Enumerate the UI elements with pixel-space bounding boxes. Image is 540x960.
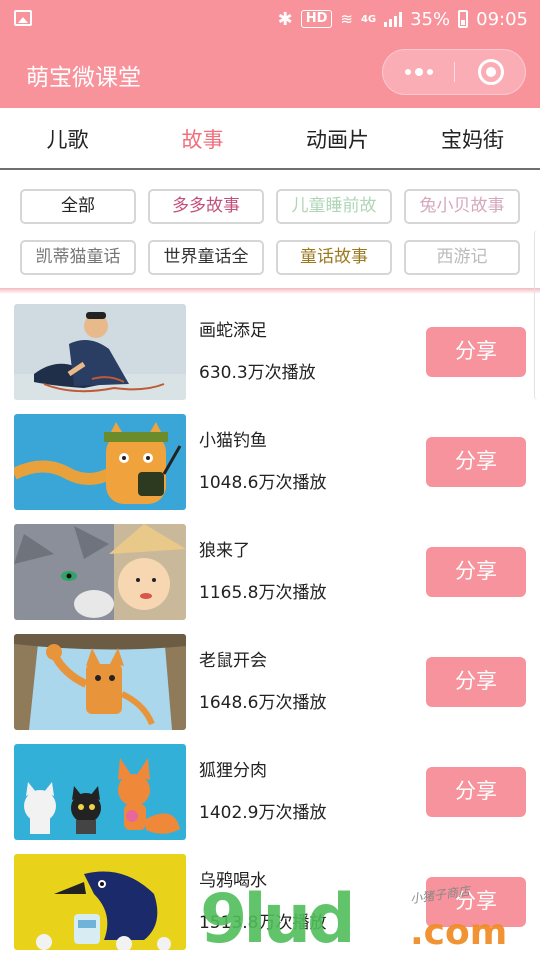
story-thumbnail[interactable] xyxy=(14,524,186,620)
play-count: 1513.8万次播放 xyxy=(199,913,327,933)
list-item[interactable]: 狐狸分肉 1402.9万次播放 分享 xyxy=(0,734,540,844)
share-button[interactable]: 分享 xyxy=(426,767,526,817)
filter-tag[interactable]: 世界童话全 xyxy=(148,240,264,275)
target-close-icon[interactable] xyxy=(478,59,504,85)
hd-badge: HD xyxy=(300,10,333,28)
story-title: 狼来了 xyxy=(199,541,250,561)
story-title: 画蛇添足 xyxy=(199,321,267,341)
filter-tag[interactable]: 兔小贝故事 xyxy=(404,189,520,224)
list-item[interactable]: 老鼠开会 1648.6万次播放 分享 xyxy=(0,624,540,734)
filter-tag[interactable]: 西游记 xyxy=(404,240,520,275)
page-title: 萌宝微课堂 xyxy=(26,65,141,91)
battery-icon xyxy=(458,10,469,28)
filter-tag[interactable]: 多多故事 xyxy=(148,189,264,224)
list-item[interactable]: 狼来了 1165.8万次播放 分享 xyxy=(0,514,540,624)
filter-tag[interactable]: 全部 xyxy=(20,189,136,224)
story-thumbnail[interactable] xyxy=(14,854,186,950)
tab-stories[interactable]: 故事 xyxy=(135,124,270,154)
list-item[interactable]: 画蛇添足 630.3万次播放 分享 xyxy=(0,294,540,404)
share-button[interactable]: 分享 xyxy=(426,547,526,597)
scroll-edge-indicator xyxy=(534,230,540,400)
story-title: 乌鸦喝水 xyxy=(199,871,267,891)
story-thumbnail[interactable] xyxy=(14,414,186,510)
play-count: 1402.9万次播放 xyxy=(199,803,327,823)
more-dots-icon[interactable] xyxy=(383,50,454,94)
share-button[interactable]: 分享 xyxy=(426,327,526,377)
battery-percent: 35% xyxy=(410,8,451,30)
play-count: 1165.8万次播放 xyxy=(199,583,327,603)
filter-tags: 全部 多多故事 儿童睡前故 兔小贝故事 凯蒂猫童话 世界童话全 童话故事 西游记 xyxy=(0,170,540,290)
play-count: 1648.6万次播放 xyxy=(199,693,327,713)
capsule-divider xyxy=(454,62,455,82)
title-bar: 萌宝微课堂 xyxy=(0,38,540,108)
bluetooth-icon: ✱ xyxy=(277,8,293,30)
story-thumbnail[interactable] xyxy=(14,744,186,840)
story-title: 小猫钓鱼 xyxy=(199,431,267,451)
tab-songs[interactable]: 儿歌 xyxy=(0,124,135,154)
tab-mom-street[interactable]: 宝妈街 xyxy=(405,124,540,154)
story-title: 狐狸分肉 xyxy=(199,761,267,781)
category-tabs: 儿歌 故事 动画片 宝妈街 xyxy=(0,108,540,170)
tab-cartoons[interactable]: 动画片 xyxy=(270,124,405,154)
mini-program-capsule xyxy=(382,49,526,95)
play-count: 1048.6万次播放 xyxy=(199,473,327,493)
status-bar: ✱ HD ≋ 4G 35% 09:05 xyxy=(0,0,540,38)
filter-tag[interactable]: 凯蒂猫童话 xyxy=(20,240,136,275)
story-thumbnail[interactable] xyxy=(14,304,186,400)
filter-tag[interactable]: 童话故事 xyxy=(276,240,392,275)
network-type: 4G xyxy=(360,13,377,25)
image-notification-icon xyxy=(14,10,32,26)
share-button[interactable]: 分享 xyxy=(426,877,526,927)
list-item[interactable]: 小猫钓鱼 1048.6万次播放 分享 xyxy=(0,404,540,514)
list-item[interactable]: 乌鸦喝水 1513.8万次播放 分享 xyxy=(0,844,540,954)
signal-icon xyxy=(384,11,403,27)
share-button[interactable]: 分享 xyxy=(426,437,526,487)
play-count: 630.3万次播放 xyxy=(199,363,316,383)
clock: 09:05 xyxy=(476,8,528,30)
filter-tag[interactable]: 儿童睡前故 xyxy=(276,189,392,224)
story-thumbnail[interactable] xyxy=(14,634,186,730)
wifi-icon: ≋ xyxy=(340,10,353,28)
share-button[interactable]: 分享 xyxy=(426,657,526,707)
story-title: 老鼠开会 xyxy=(199,651,267,671)
